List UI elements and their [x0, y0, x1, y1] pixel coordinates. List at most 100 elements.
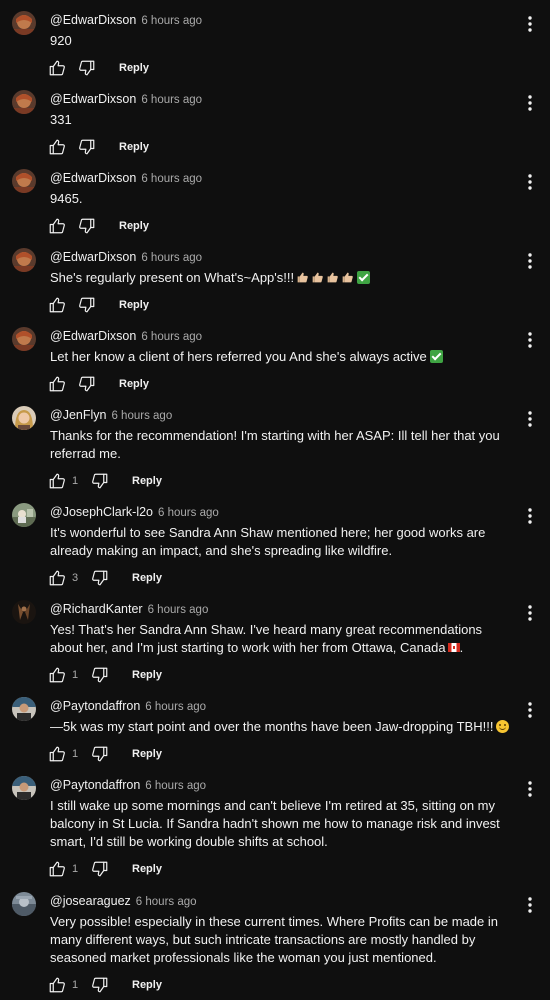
avatar[interactable]: [12, 697, 36, 721]
thumbs-down-icon: [79, 297, 95, 313]
thumbs-up-emoji-icon: [342, 272, 353, 283]
reply-button[interactable]: Reply: [119, 62, 149, 74]
timestamp[interactable]: 6 hours ago: [141, 173, 202, 185]
reply-button[interactable]: Reply: [119, 378, 149, 390]
like-button[interactable]: [47, 568, 67, 588]
dislike-button[interactable]: [77, 374, 97, 394]
dislike-button[interactable]: [77, 137, 97, 157]
more-actions-button[interactable]: [524, 15, 536, 33]
comment-text: It's wonderful to see Sandra Ann Shaw me…: [50, 525, 486, 558]
avatar[interactable]: [12, 248, 36, 272]
timestamp[interactable]: 6 hours ago: [145, 701, 206, 713]
timestamp[interactable]: 6 hours ago: [111, 410, 172, 422]
more-actions-button[interactable]: [524, 331, 536, 349]
more-actions-button[interactable]: [524, 604, 536, 622]
more-actions-button[interactable]: [524, 780, 536, 798]
author-name[interactable]: @RichardKanter: [50, 602, 143, 616]
like-button[interactable]: [47, 859, 67, 879]
dislike-button[interactable]: [90, 744, 110, 764]
avatar[interactable]: [12, 406, 36, 430]
comment-text: Very possible! especially in these curre…: [50, 914, 498, 965]
comment-actions: 3 Reply: [47, 567, 162, 589]
author-name[interactable]: @Paytondaffron: [50, 699, 140, 713]
dislike-button[interactable]: [90, 859, 110, 879]
timestamp[interactable]: 6 hours ago: [148, 604, 209, 616]
avatar[interactable]: [12, 11, 36, 35]
timestamp[interactable]: 6 hours ago: [141, 94, 202, 106]
thumbs-down-icon: [79, 139, 95, 155]
like-button[interactable]: [47, 471, 67, 491]
comment-text: Thanks for the recommendation! I'm start…: [50, 428, 500, 461]
like-button[interactable]: [47, 295, 67, 315]
like-button[interactable]: [47, 975, 67, 995]
like-button[interactable]: [47, 744, 67, 764]
avatar[interactable]: [12, 892, 36, 916]
reply-button[interactable]: Reply: [132, 863, 162, 875]
author-name[interactable]: @EdwarDixson: [50, 329, 136, 343]
reply-button[interactable]: Reply: [132, 572, 162, 584]
reply-button[interactable]: Reply: [119, 299, 149, 311]
author-name[interactable]: @Paytondaffron: [50, 778, 140, 792]
author-name[interactable]: @EdwarDixson: [50, 13, 136, 27]
thumbs-down-icon: [79, 218, 95, 234]
author-name[interactable]: @JosephClark-l2o: [50, 505, 153, 519]
like-button[interactable]: [47, 665, 67, 685]
timestamp[interactable]: 6 hours ago: [141, 15, 202, 27]
comment-text: I still wake up some mornings and can't …: [50, 798, 500, 849]
dislike-button[interactable]: [90, 665, 110, 685]
author-name[interactable]: @EdwarDixson: [50, 92, 136, 106]
comment-actions: 1 Reply: [47, 470, 162, 492]
more-vert-icon: [528, 508, 532, 524]
more-actions-button[interactable]: [524, 173, 536, 191]
dislike-button[interactable]: [77, 295, 97, 315]
like-count: 1: [72, 669, 79, 681]
avatar[interactable]: [12, 600, 36, 624]
timestamp[interactable]: 6 hours ago: [141, 331, 202, 343]
more-actions-button[interactable]: [524, 410, 536, 428]
dislike-button[interactable]: [90, 975, 110, 995]
like-count: 1: [72, 979, 79, 991]
like-button[interactable]: [47, 374, 67, 394]
timestamp[interactable]: 6 hours ago: [158, 507, 219, 519]
thumbs-up-icon: [49, 473, 65, 489]
avatar[interactable]: [12, 503, 36, 527]
author-name[interactable]: @JenFlyn: [50, 408, 106, 422]
more-actions-button[interactable]: [524, 94, 536, 112]
canada-flag-emoji-icon: [447, 643, 460, 652]
avatar[interactable]: [12, 169, 36, 193]
timestamp[interactable]: 6 hours ago: [141, 252, 202, 264]
reply-button[interactable]: Reply: [132, 748, 162, 760]
more-actions-button[interactable]: [524, 701, 536, 719]
more-vert-icon: [528, 781, 532, 797]
thumbs-up-icon: [49, 861, 65, 877]
reply-button[interactable]: Reply: [119, 141, 149, 153]
timestamp[interactable]: 6 hours ago: [136, 896, 197, 908]
timestamp[interactable]: 6 hours ago: [145, 780, 206, 792]
comment-actions: Reply: [47, 136, 149, 158]
avatar[interactable]: [12, 327, 36, 351]
author-name[interactable]: @EdwarDixson: [50, 171, 136, 185]
reply-button[interactable]: Reply: [132, 475, 162, 487]
like-count: 3: [72, 572, 79, 584]
like-button[interactable]: [47, 58, 67, 78]
like-button[interactable]: [47, 137, 67, 157]
dislike-button[interactable]: [77, 58, 97, 78]
reply-button[interactable]: Reply: [119, 220, 149, 232]
thumbs-up-icon: [49, 218, 65, 234]
dislike-button[interactable]: [77, 216, 97, 236]
reply-button[interactable]: Reply: [132, 979, 162, 991]
avatar[interactable]: [12, 776, 36, 800]
more-actions-button[interactable]: [524, 252, 536, 270]
author-name[interactable]: @josearaguez: [50, 894, 131, 908]
dislike-button[interactable]: [90, 568, 110, 588]
author-name[interactable]: @EdwarDixson: [50, 250, 136, 264]
more-actions-button[interactable]: [524, 896, 536, 914]
like-button[interactable]: [47, 216, 67, 236]
dislike-button[interactable]: [90, 471, 110, 491]
reply-button[interactable]: Reply: [132, 669, 162, 681]
like-count: 1: [72, 475, 79, 487]
more-actions-button[interactable]: [524, 507, 536, 525]
thumbs-down-icon: [92, 667, 108, 683]
thumbs-down-icon: [79, 60, 95, 76]
avatar[interactable]: [12, 90, 36, 114]
